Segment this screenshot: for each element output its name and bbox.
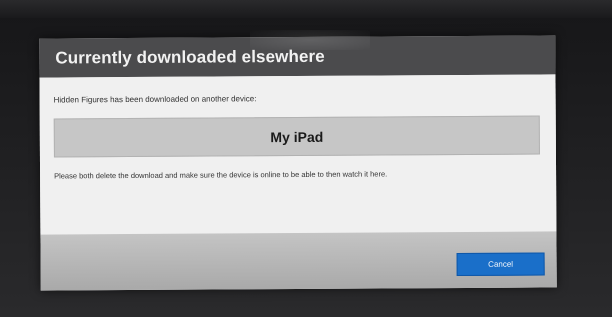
dialog-header: Currently downloaded elsewhere <box>39 35 556 78</box>
intro-text: Hidden Figures has been downloaded on an… <box>53 94 257 105</box>
tv-screen: Currently downloaded elsewhere Hidden Fi… <box>0 0 612 317</box>
device-name-box: My iPad <box>53 115 540 158</box>
device-name: My iPad <box>270 128 324 145</box>
cancel-button[interactable]: Cancel <box>456 252 545 277</box>
dialog-footer: Cancel <box>40 231 557 291</box>
dialog-title: Currently downloaded elsewhere <box>55 46 325 67</box>
screen-bezel <box>0 0 612 18</box>
download-conflict-dialog: Currently downloaded elsewhere Hidden Fi… <box>39 35 557 291</box>
instruction-text: Please both delete the download and make… <box>54 169 388 181</box>
dialog-body: Hidden Figures has been downloaded on an… <box>39 74 557 236</box>
